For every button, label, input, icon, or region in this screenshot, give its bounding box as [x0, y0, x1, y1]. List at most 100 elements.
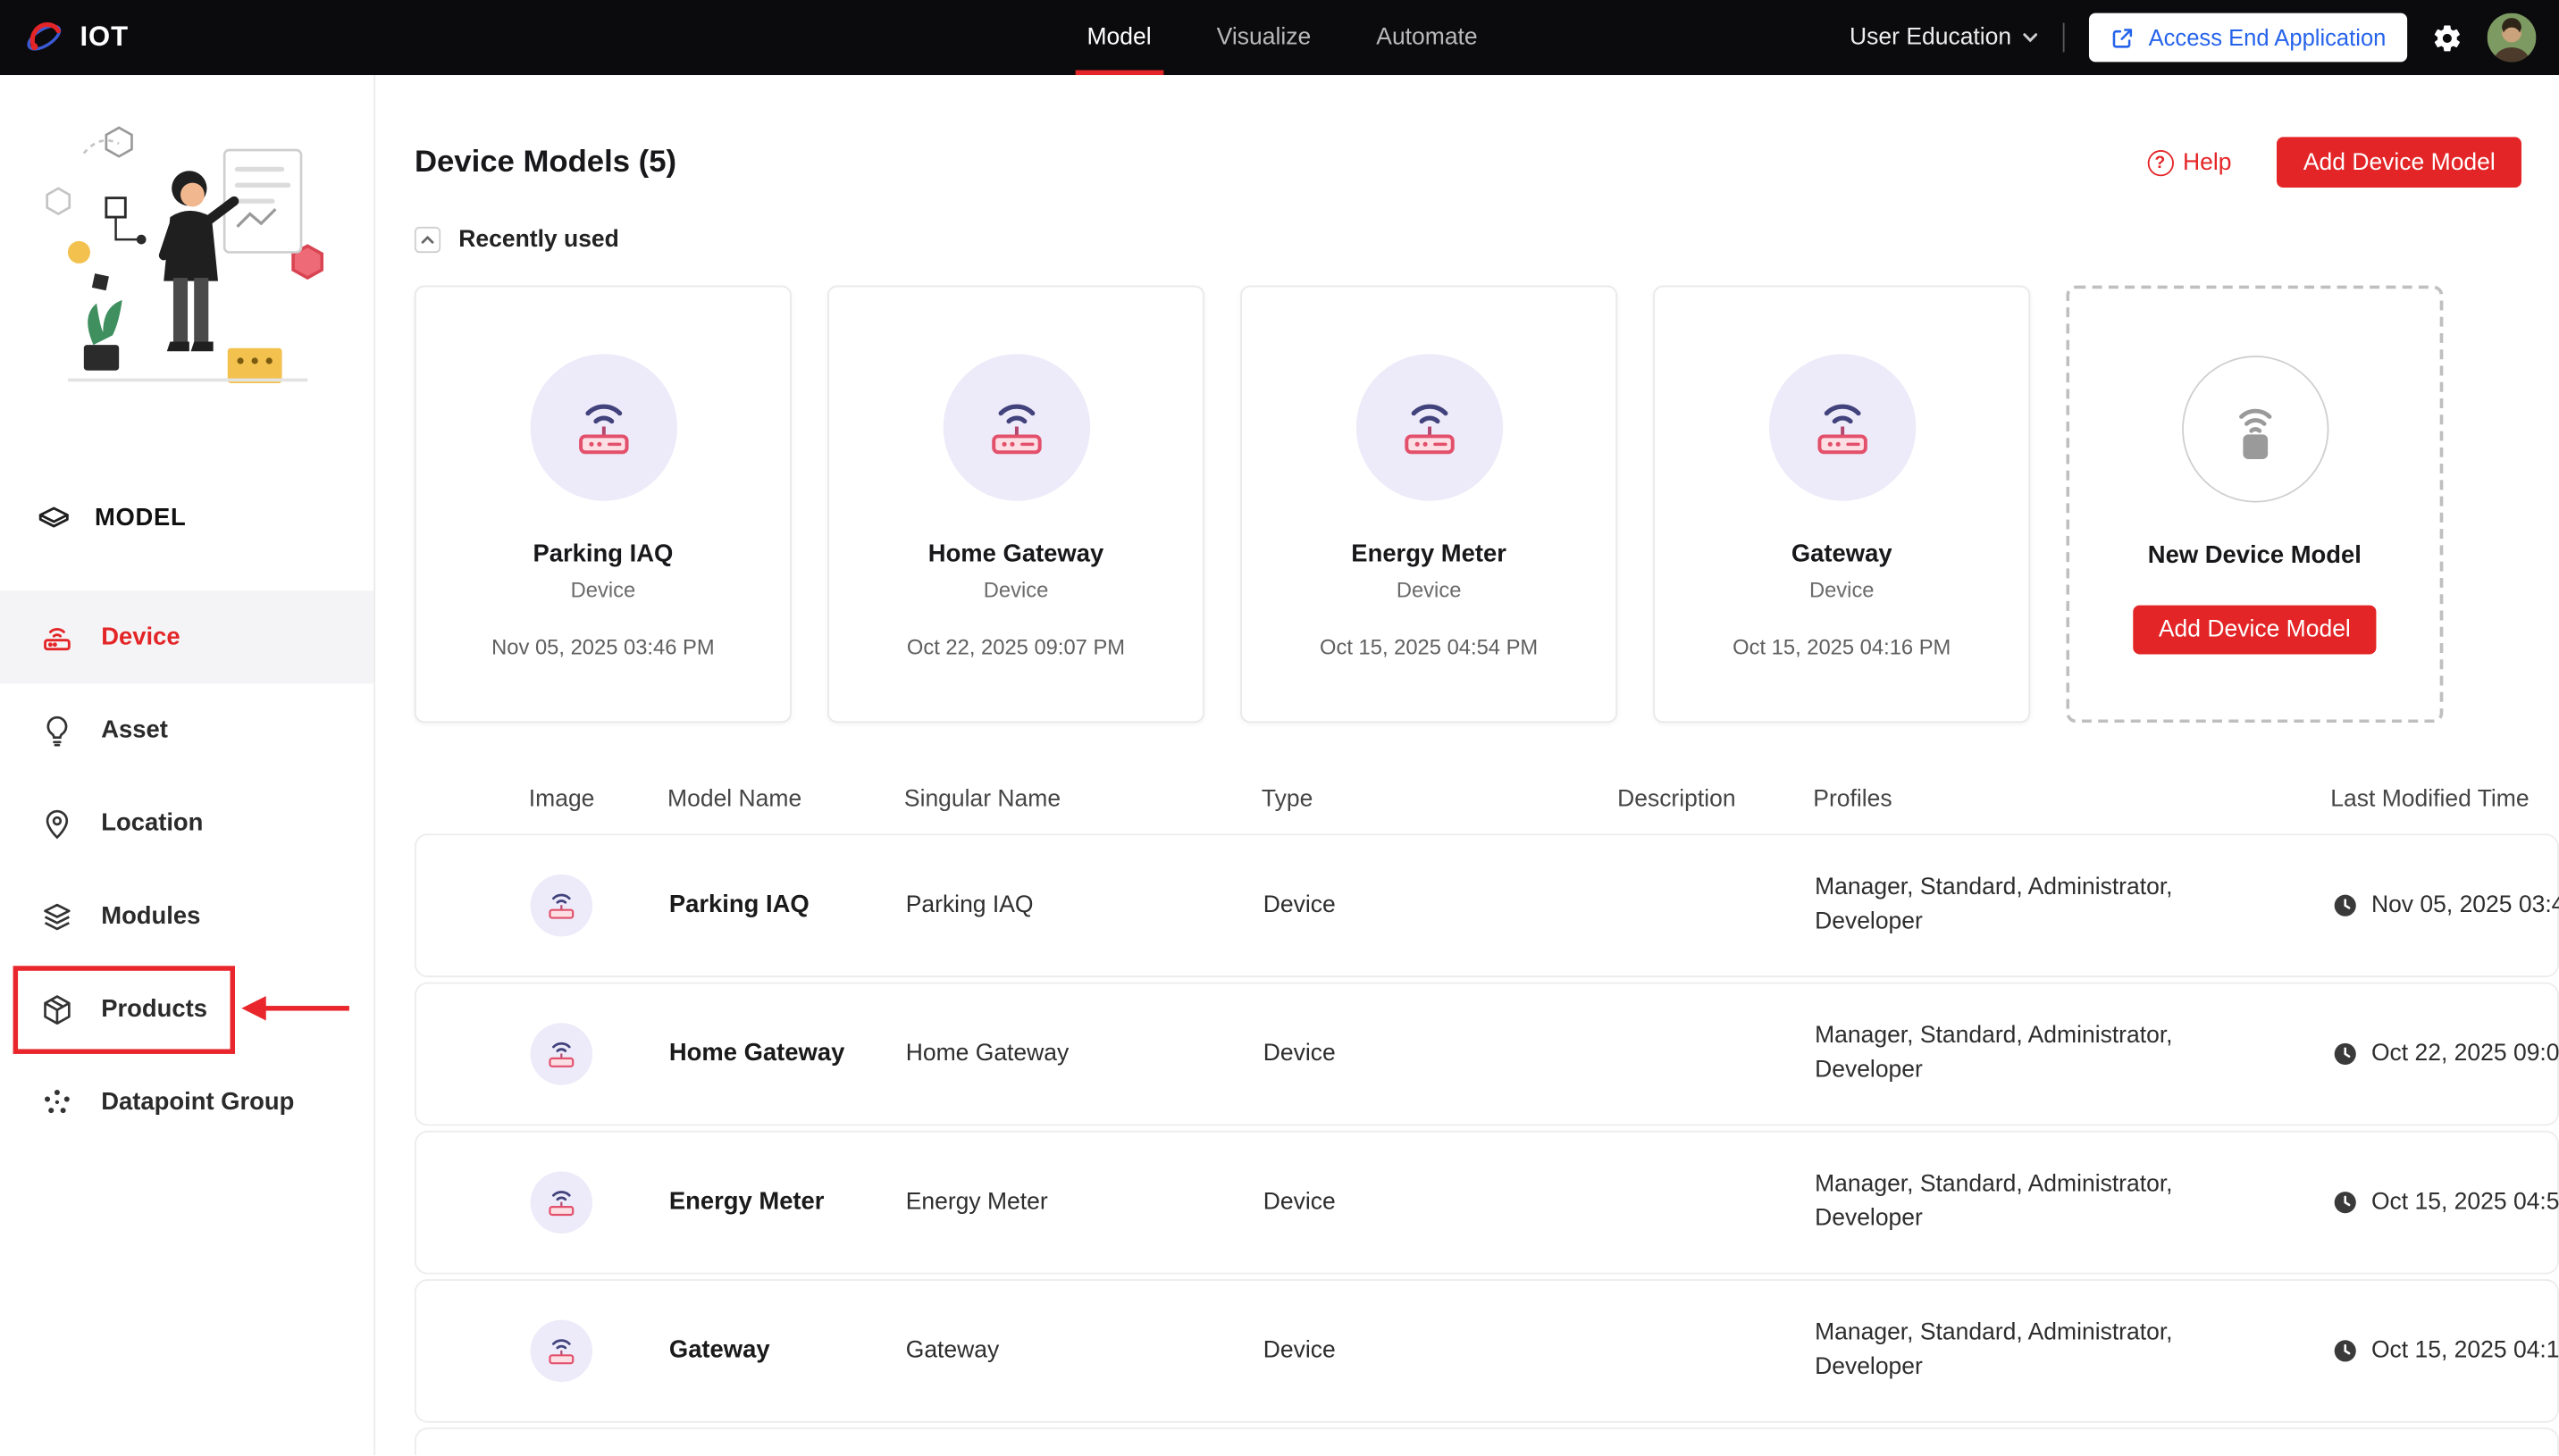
device-model-card[interactable]: Parking IAQ Device Nov 05, 2025 03:46 PM: [414, 285, 792, 724]
new-device-icon: [2181, 356, 2328, 503]
asset-bulb-icon: [39, 712, 75, 748]
clock-icon: [2332, 892, 2358, 918]
card-model-name: Parking IAQ: [533, 540, 674, 568]
cell-type: Device: [1263, 1189, 1336, 1216]
help-label: Help: [2182, 149, 2232, 176]
card-model-type: Device: [983, 577, 1049, 602]
router-card-icon: [529, 354, 677, 501]
iot-logo-icon: [23, 16, 65, 58]
brand-name: IOT: [80, 21, 130, 53]
sidebar-illustration: [45, 126, 323, 384]
card-model-type: Device: [570, 577, 636, 602]
top-nav: Model Visualize Automate: [1075, 0, 1478, 76]
card-model-name: Energy Meter: [1351, 540, 1506, 568]
settings-gear-icon[interactable]: [2432, 22, 2463, 54]
nav-tab-visualize[interactable]: Visualize: [1217, 0, 1312, 75]
help-link[interactable]: ? Help: [2146, 149, 2232, 176]
card-modified-time: Oct 15, 2025 04:16 PM: [1733, 634, 1951, 659]
device-model-card[interactable]: Home Gateway Device Oct 22, 2025 09:07 P…: [827, 285, 1204, 724]
device-router-icon: [39, 619, 75, 655]
card-modified-time: Nov 05, 2025 03:46 PM: [491, 634, 715, 659]
org-menu-label: User Education: [1850, 24, 2012, 51]
cell-model-name: Parking IAQ: [668, 891, 810, 919]
col-type: Type: [1261, 786, 1313, 813]
card-model-name: Home Gateway: [927, 540, 1104, 568]
cell-singular-name: Energy Meter: [905, 1189, 1048, 1216]
sidebar-item-location[interactable]: Location: [0, 776, 373, 869]
collapse-chevron-icon[interactable]: [414, 226, 441, 254]
col-description: Description: [1617, 786, 1736, 813]
card-model-type: Device: [1808, 577, 1875, 602]
cell-singular-name: Home Gateway: [905, 1041, 1070, 1067]
help-icon: ?: [2146, 149, 2174, 176]
col-model-name: Model Name: [667, 786, 802, 813]
access-end-application-button[interactable]: Access End Application: [2089, 13, 2408, 63]
sidebar-section-label: MODEL: [94, 503, 187, 531]
cell-type: Device: [1263, 1041, 1336, 1067]
sidebar-item-datapoint-group[interactable]: Datapoint Group: [0, 1056, 373, 1149]
recently-used-header: Recently used: [414, 226, 2521, 254]
org-menu[interactable]: User Education: [1850, 24, 2039, 51]
app-window: IOT Model Visualize Automate User Educat…: [0, 0, 2559, 1456]
modules-layers-icon: [39, 899, 75, 934]
cell-last-modified: Oct 22, 2025 09:07 PM: [2370, 1041, 2559, 1067]
nav-tab-model[interactable]: Model: [1075, 0, 1162, 76]
router-card-icon: [1355, 354, 1503, 501]
table-row-partial[interactable]: [414, 1427, 2559, 1456]
sidebar-item-label: Location: [101, 808, 204, 838]
recent-cards-row: Parking IAQ Device Nov 05, 2025 03:46 PM…: [414, 285, 2521, 724]
card-modified-time: Oct 15, 2025 04:54 PM: [1320, 634, 1539, 659]
nav-tab-automate[interactable]: Automate: [1376, 0, 1477, 75]
table-header: Image Model Name Singular Name Type Desc…: [415, 766, 2559, 834]
sidebar-item-device[interactable]: Device: [0, 590, 374, 684]
clock-icon: [2332, 1190, 2358, 1216]
device-model-card[interactable]: Energy Meter Device Oct 15, 2025 04:54 P…: [1240, 285, 1618, 724]
sidebar-item-asset[interactable]: Asset: [0, 683, 373, 776]
table-row[interactable]: Parking IAQ Parking IAQ Device Manager, …: [414, 833, 2559, 978]
sidebar: MODEL Device Asset Location Modules Prod…: [0, 75, 376, 1456]
router-row-icon: [530, 1023, 593, 1085]
add-device-model-card-button[interactable]: Add Device Model: [2132, 605, 2378, 655]
main-content: Device Models (5) ? Help Add Device Mode…: [376, 75, 2559, 1456]
table-row[interactable]: Home Gateway Home Gateway Device Manager…: [414, 982, 2559, 1126]
cell-type: Device: [1263, 1337, 1336, 1364]
new-device-model-card[interactable]: New Device Model Add Device Model: [2066, 285, 2444, 724]
router-row-icon: [530, 1171, 593, 1234]
page-header: Device Models (5) ? Help Add Device Mode…: [415, 137, 2521, 188]
col-last-modified: Last Modified Time: [2330, 786, 2530, 813]
cell-model-name: Home Gateway: [668, 1039, 845, 1067]
cell-last-modified: Oct 15, 2025 04:54 PM: [2370, 1189, 2559, 1216]
topbar: IOT Model Visualize Automate User Educat…: [0, 0, 2559, 76]
sidebar-item-products[interactable]: Products: [0, 963, 373, 1056]
cell-profiles: Manager, Standard, Administrator, Develo…: [1815, 1319, 2173, 1381]
cell-last-modified: Oct 15, 2025 04:16 PM: [2370, 1337, 2559, 1364]
cell-singular-name: Parking IAQ: [905, 892, 1034, 919]
brand[interactable]: IOT: [0, 16, 129, 58]
cell-profiles: Manager, Standard, Administrator, Develo…: [1815, 874, 2173, 935]
card-model-name: Gateway: [1791, 540, 1892, 568]
table-row[interactable]: Energy Meter Energy Meter Device Manager…: [414, 1130, 2559, 1275]
cell-profiles: Manager, Standard, Administrator, Develo…: [1815, 1171, 2173, 1233]
datapoint-group-icon: [39, 1084, 75, 1120]
sidebar-item-modules[interactable]: Modules: [0, 870, 373, 963]
cell-singular-name: Gateway: [905, 1337, 1000, 1364]
external-link-icon: [2111, 25, 2135, 49]
cell-last-modified: Nov 05, 2025 03:46 PM: [2370, 892, 2559, 919]
table-row[interactable]: Gateway Gateway Device Manager, Standard…: [414, 1279, 2559, 1423]
router-card-icon: [942, 354, 1090, 501]
sidebar-item-label: Products: [101, 995, 207, 1024]
sidebar-menu: Device Asset Location Modules Products D…: [0, 590, 374, 1149]
clock-icon: [2332, 1041, 2358, 1067]
sidebar-section-model[interactable]: MODEL: [0, 486, 373, 548]
device-model-card[interactable]: Gateway Device Oct 15, 2025 04:16 PM: [1653, 285, 2031, 724]
cell-model-name: Gateway: [668, 1335, 770, 1364]
new-card-title: New Device Model: [2147, 541, 2362, 570]
col-singular-name: Singular Name: [903, 786, 1061, 813]
user-avatar[interactable]: [2487, 13, 2537, 63]
add-device-model-button[interactable]: Add Device Model: [2277, 137, 2521, 188]
clock-icon: [2332, 1338, 2358, 1364]
chevron-down-icon: [2023, 29, 2039, 46]
access-end-application-label: Access End Application: [2148, 24, 2387, 51]
router-card-icon: [1768, 354, 1916, 501]
model-box-icon: [36, 499, 71, 535]
